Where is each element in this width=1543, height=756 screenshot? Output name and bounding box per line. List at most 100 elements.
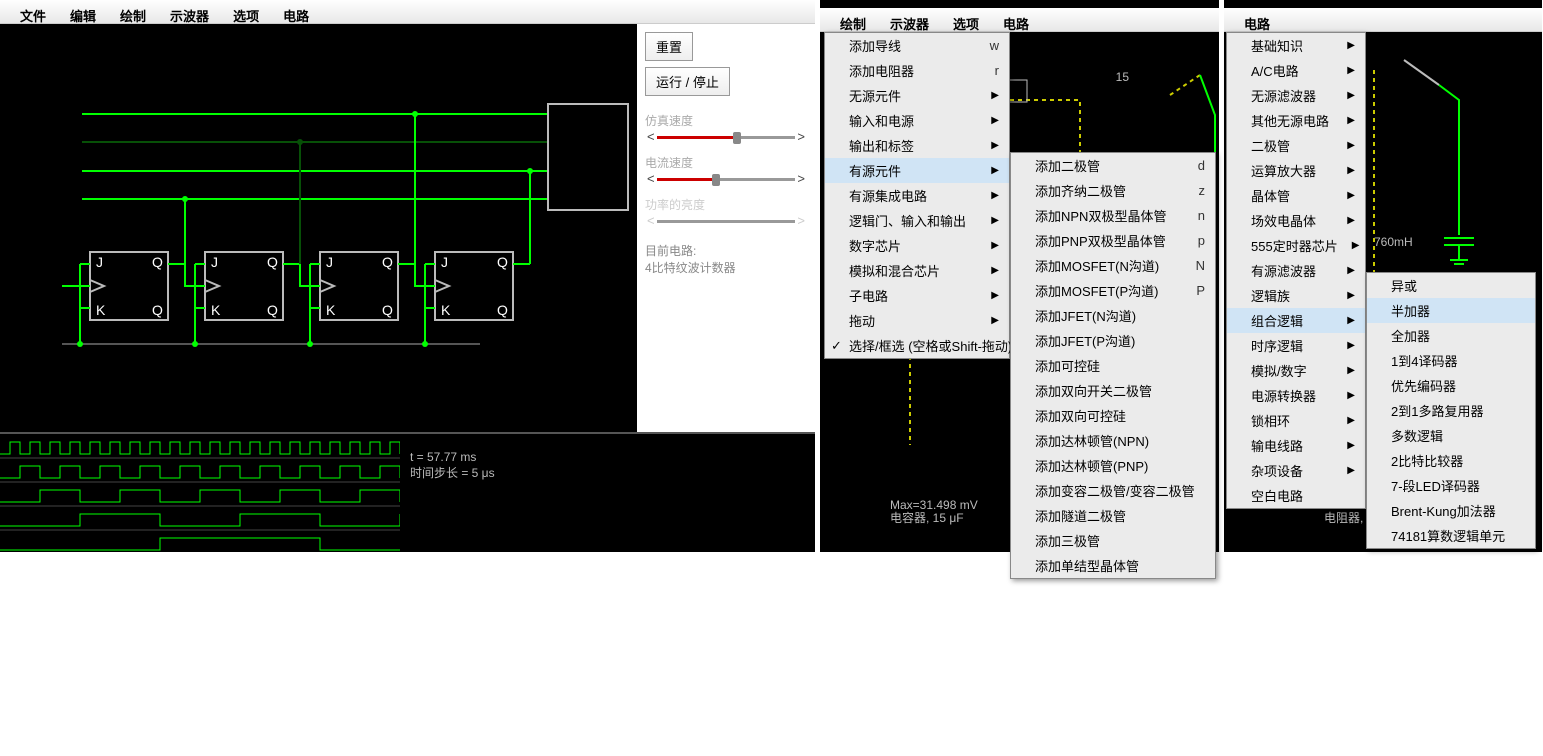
comb-submenu-item-9[interactable]: Brent-Kung加法器 [1367,498,1535,523]
comb-submenu-item-1[interactable]: 半加器 [1367,298,1535,323]
circuits-menu-item-12[interactable]: 时序逻辑▶ [1227,333,1365,358]
circuits-menu-item-16[interactable]: 输电线路▶ [1227,433,1365,458]
circuits-menu-item-5[interactable]: 运算放大器▶ [1227,158,1365,183]
pin-i0: I0 [554,598,566,614]
sim-speed-increase[interactable]: > [795,129,807,144]
panel2-cap: 电容器, 15 μF [890,509,964,526]
circuits-menu-item-4[interactable]: 二极管▶ [1227,133,1365,158]
active-submenu-item-1[interactable]: 添加齐纳二极管z [1011,178,1215,203]
draw-menu-item-3[interactable]: 输入和电源▶ [825,108,1009,133]
comb-submenu-item-8[interactable]: 7-段LED译码器 [1367,473,1535,498]
active-submenu-item-9[interactable]: 添加双向开关二极管 [1011,378,1215,403]
draw-menu-item-12[interactable]: ✓选择/框选 (空格或Shift-拖动) [825,333,1009,358]
scope-area[interactable]: t = 57.77 ms 时间步长 = 5 μs [0,432,815,552]
active-submenu-item-2[interactable]: 添加NPN双极型晶体管n [1011,203,1215,228]
circuit-canvas[interactable]: 1 0 1 1 I3 I2 I1 I0 11 CLK +5V JQ KQ JQ … [0,24,637,432]
scope-step: 时间步长 = 5 μs [410,464,495,481]
circuits-menu-item-6[interactable]: 晶体管▶ [1227,183,1365,208]
active-submenu-item-16[interactable]: 添加单结型晶体管 [1011,553,1215,578]
active-submenu-item-12[interactable]: 添加达林顿管(PNP) [1011,453,1215,478]
circuits-menu-item-10[interactable]: 逻辑族▶ [1227,283,1365,308]
current-circuit-label: 目前电路: [645,242,807,259]
sim-speed-slider[interactable] [657,132,796,142]
circuits-menu-item-11[interactable]: 组合逻辑▶ [1227,308,1365,333]
active-submenu-item-13[interactable]: 添加变容二极管/变容二极管 [1011,478,1215,503]
active-submenu-item-3[interactable]: 添加PNP双极型晶体管p [1011,228,1215,253]
draw-menu-item-1[interactable]: 添加电阻器r [825,58,1009,83]
active-submenu-item-8[interactable]: 添加可控硅 [1011,353,1215,378]
circuits-menu-item-14[interactable]: 电源转换器▶ [1227,383,1365,408]
bit-0: 1 [66,598,74,614]
power-decrease: < [645,213,657,228]
active-submenu-item-4[interactable]: 添加MOSFET(N沟道)N [1011,253,1215,278]
circuits-menu-item-1[interactable]: A/C电路▶ [1227,58,1365,83]
panel-3: 电路 760mH Max=117.93 电阻器, 15 基础知识▶A/C电路▶无… [1224,0,1542,552]
main-panel: 文件 编辑 绘制 示波器 选项 电路 [0,0,815,552]
menu-circuits[interactable]: 电路 [271,4,321,19]
power-slider [657,216,796,226]
menu-draw[interactable]: 绘制 [108,4,158,19]
menu-scope[interactable]: 示波器 [158,4,221,19]
menu-file[interactable]: 文件 [8,4,58,19]
active-submenu-item-10[interactable]: 添加双向可控硅 [1011,403,1215,428]
display-value: 11 [594,551,622,582]
clk-label: CLK [32,687,51,698]
active-submenu-item-14[interactable]: 添加隧道二极管 [1011,503,1215,528]
active-submenu: 添加二极管d添加齐纳二极管z添加NPN双极型晶体管n添加PNP双极型晶体管p添加… [1010,152,1216,579]
pin-i1: I1 [554,570,566,586]
circuits-menu-item-17[interactable]: 杂项设备▶ [1227,458,1365,483]
cur-speed-label: 电流速度 [645,154,807,171]
draw-menu-item-0[interactable]: 添加导线w [825,33,1009,58]
comb-submenu-item-5[interactable]: 2到1多路复用器 [1367,398,1535,423]
comb-submenu-item-3[interactable]: 1到4译码器 [1367,348,1535,373]
comb-submenu-item-7[interactable]: 2比特比较器 [1367,448,1535,473]
circuits-menu-item-3[interactable]: 其他无源电路▶ [1227,108,1365,133]
power-increase: > [795,213,807,228]
circuits-menu: 基础知识▶A/C电路▶无源滤波器▶其他无源电路▶二极管▶运算放大器▶晶体管▶场效… [1226,32,1366,509]
comb-submenu-item-10[interactable]: 74181算数逻辑单元 [1367,523,1535,548]
run-stop-button[interactable]: 运行 / 停止 [645,67,730,96]
circuits-menu-item-15[interactable]: 锁相环▶ [1227,408,1365,433]
draw-menu-item-10[interactable]: 子电路▶ [825,283,1009,308]
cur-speed-decrease[interactable]: < [645,171,657,186]
cur-speed-increase[interactable]: > [795,171,807,186]
draw-menu-item-6[interactable]: 有源集成电路▶ [825,183,1009,208]
draw-menu-item-9[interactable]: 模拟和混合芯片▶ [825,258,1009,283]
draw-menu-item-4[interactable]: 输出和标签▶ [825,133,1009,158]
panel3-ind: 760mH [1374,235,1413,249]
comb-submenu-item-0[interactable]: 异或 [1367,273,1535,298]
power-bright-label: 功率的亮度 [645,196,807,213]
draw-menu-item-2[interactable]: 无源元件▶ [825,83,1009,108]
cur-speed-slider[interactable] [657,174,796,184]
circuits-menu-item-13[interactable]: 模拟/数字▶ [1227,358,1365,383]
active-submenu-item-0[interactable]: 添加二极管d [1011,153,1215,178]
comb-submenu-item-6[interactable]: 多数逻辑 [1367,423,1535,448]
scope-time: t = 57.77 ms [410,450,495,464]
circuits-menu-item-0[interactable]: 基础知识▶ [1227,33,1365,58]
menu-options[interactable]: 选项 [221,4,271,19]
circuits-menu-item-2[interactable]: 无源滤波器▶ [1227,83,1365,108]
side-panel: 重置 运行 / 停止 仿真速度 < > 电流速度 < > 功率的亮度 < > 目… [637,24,815,432]
sim-speed-decrease[interactable]: < [645,129,657,144]
active-submenu-item-6[interactable]: 添加JFET(N沟道) [1011,303,1215,328]
v5-label: +5V [38,745,56,756]
draw-menu-item-8[interactable]: 数字芯片▶ [825,233,1009,258]
menu-edit[interactable]: 编辑 [58,4,108,19]
circuits-menu-item-8[interactable]: 555定时器芯片▶ [1227,233,1365,258]
active-submenu-item-5[interactable]: 添加MOSFET(P沟道)P [1011,278,1215,303]
draw-menu-item-7[interactable]: 逻辑门、输入和输出▶ [825,208,1009,233]
comb-submenu-item-4[interactable]: 优先编码器 [1367,373,1535,398]
comb-submenu-item-2[interactable]: 全加器 [1367,323,1535,348]
active-submenu-item-15[interactable]: 添加三极管 [1011,528,1215,553]
circuits-menu-item-9[interactable]: 有源滤波器▶ [1227,258,1365,283]
circuits-menu-item-7[interactable]: 场效电晶体▶ [1227,208,1365,233]
draw-menu-item-11[interactable]: 拖动▶ [825,308,1009,333]
active-submenu-item-11[interactable]: 添加达林顿管(NPN) [1011,428,1215,453]
draw-menu-item-5[interactable]: 有源元件▶ [825,158,1009,183]
circuits-menu-item-18[interactable]: 空白电路 [1227,483,1365,508]
panel2-label-15: 15 [1116,70,1129,84]
active-submenu-item-7[interactable]: 添加JFET(P沟道) [1011,328,1215,353]
reset-button[interactable]: 重置 [645,32,693,61]
draw-menu: 添加导线w添加电阻器r无源元件▶输入和电源▶输出和标签▶有源元件▶有源集成电路▶… [824,32,1010,359]
panel-2: 绘制 示波器 选项 电路 15 Max=31.498 mV 电容器, 15 μF… [820,0,1219,552]
